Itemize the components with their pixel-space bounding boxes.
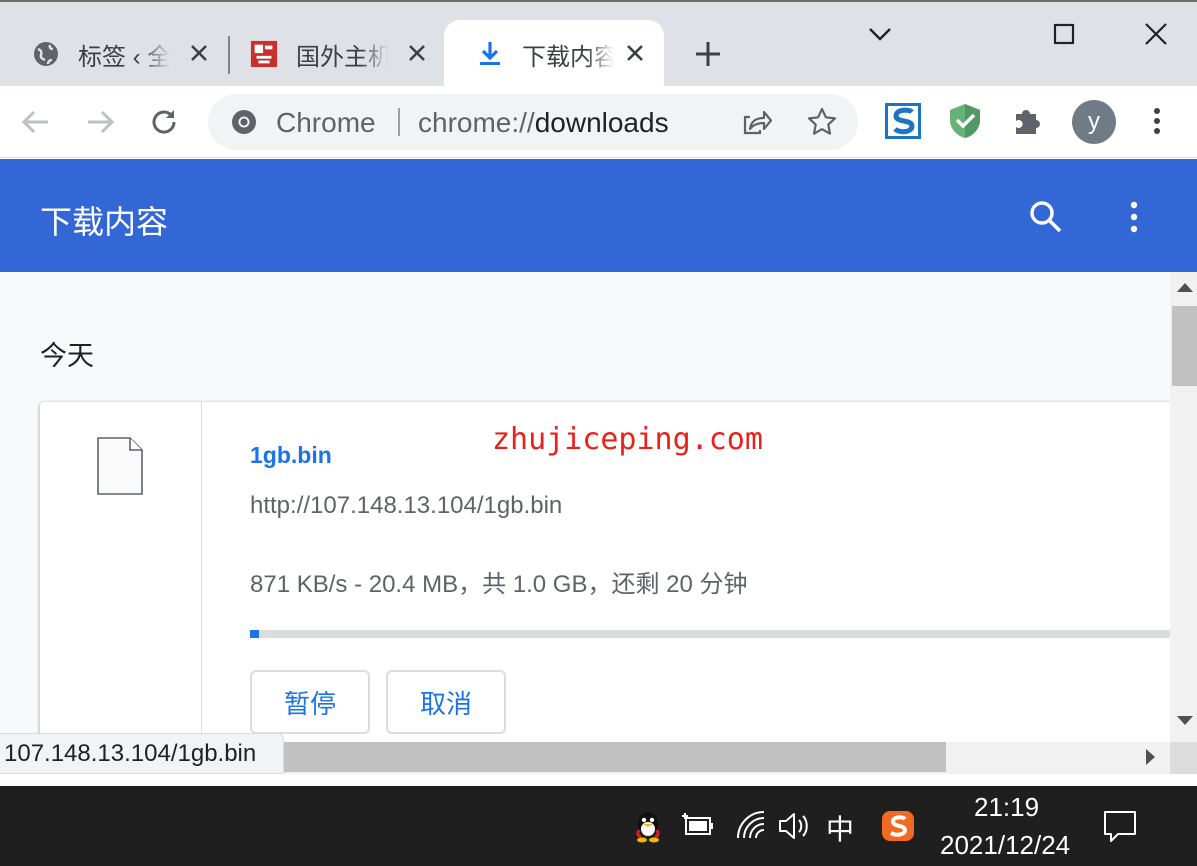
maximize-icon[interactable] xyxy=(1048,18,1080,50)
tab-downloads[interactable]: 下载内容 xyxy=(444,20,664,88)
extensions-puzzle-icon[interactable] xyxy=(1010,102,1048,140)
omnibox-chip-label: Chrome xyxy=(276,107,376,138)
new-tab-plus-icon[interactable] xyxy=(692,38,724,70)
tab-title: 下载内容 xyxy=(522,43,614,71)
notification-center-icon[interactable] xyxy=(1102,808,1138,844)
tab-bookmarks[interactable]: 标签 ‹ 全 xyxy=(0,20,228,88)
link-status-bubble: 107.148.13.104/1gb.bin xyxy=(0,733,284,774)
tab-search-chevron-icon[interactable] xyxy=(864,18,896,50)
menu-kebab-icon[interactable] xyxy=(1142,102,1172,140)
downloads-list: 今天 1gb.bin http://107.148.13.104/1gb.bin… xyxy=(0,272,1170,742)
date-group-label: 今天 xyxy=(40,341,94,371)
download-icon xyxy=(476,40,504,68)
share-icon[interactable] xyxy=(740,106,772,138)
window-bottom-edge xyxy=(0,774,1197,786)
scroll-down-arrow-icon[interactable] xyxy=(1177,716,1193,725)
close-tab-icon[interactable] xyxy=(188,42,210,64)
url-scheme: chrome:// xyxy=(418,107,535,138)
tab-title: 国外主机 xyxy=(296,43,388,71)
scroll-right-arrow-icon[interactable] xyxy=(1146,749,1155,765)
clock-time[interactable]: 21:19 xyxy=(974,792,1039,823)
sogou-ime-icon[interactable] xyxy=(880,808,916,844)
more-options-icon[interactable] xyxy=(1120,197,1148,237)
file-icon-column xyxy=(40,402,202,742)
clock-date[interactable]: 2021/12/24 xyxy=(940,830,1070,861)
scrollbar-corner xyxy=(1170,742,1197,774)
forward-arrow-icon[interactable] xyxy=(82,104,118,140)
horizontal-scroll-thumb[interactable] xyxy=(284,742,946,772)
chrome-logo-icon xyxy=(232,110,256,134)
browser-toolbar: Chrome chrome://downloads y xyxy=(0,86,1197,158)
tab-title: 标签 ‹ 全 xyxy=(78,43,170,71)
scroll-up-arrow-icon[interactable] xyxy=(1177,283,1193,292)
battery-charging-icon[interactable] xyxy=(680,808,716,844)
windows-taskbar: 中 21:19 2021/12/24 xyxy=(0,786,1197,866)
downloads-header: 下载内容 xyxy=(0,159,1197,272)
close-window-icon[interactable] xyxy=(1140,18,1172,50)
url-path: downloads xyxy=(534,107,669,138)
globe-icon xyxy=(32,40,60,68)
tab-strip: 标签 ‹ 全 国外主机 下载内容 xyxy=(0,0,1197,88)
file-name-link[interactable]: 1gb.bin xyxy=(250,442,332,469)
download-status-text: 871 KB/s - 20.4 MB，共 1.0 GB，还剩 20 分钟 xyxy=(250,571,748,598)
tab-hosting[interactable]: 国外主机 xyxy=(218,20,446,88)
page-title: 下载内容 xyxy=(40,204,169,240)
omnibox[interactable]: Chrome chrome://downloads xyxy=(208,94,858,150)
download-progress-bar xyxy=(250,630,1170,638)
close-tab-icon[interactable] xyxy=(624,42,646,64)
adguard-shield-icon[interactable] xyxy=(946,102,984,140)
reload-icon[interactable] xyxy=(146,104,182,140)
s-extension-icon[interactable] xyxy=(884,102,922,140)
ime-indicator[interactable]: 中 xyxy=(826,808,854,848)
back-arrow-icon[interactable] xyxy=(18,104,54,140)
volume-speaker-icon[interactable] xyxy=(776,808,812,844)
address-url[interactable]: chrome://downloads xyxy=(418,107,669,139)
wifi-icon[interactable] xyxy=(734,808,770,844)
watermark-text: zhujiceping.com xyxy=(492,422,763,457)
cancel-button[interactable]: 取消 xyxy=(386,670,506,734)
file-icon xyxy=(97,437,143,495)
qq-penguin-icon[interactable] xyxy=(630,808,666,844)
site-favicon-icon xyxy=(250,40,278,68)
close-tab-icon[interactable] xyxy=(406,42,428,64)
profile-avatar[interactable]: y xyxy=(1072,100,1116,144)
pause-button[interactable]: 暂停 xyxy=(250,670,370,734)
search-icon[interactable] xyxy=(1026,197,1066,237)
progress-fill xyxy=(250,630,260,638)
bookmark-star-icon[interactable] xyxy=(806,106,838,138)
vertical-scroll-thumb[interactable] xyxy=(1172,306,1197,386)
omnibox-separator xyxy=(398,108,400,136)
file-source-url[interactable]: http://107.148.13.104/1gb.bin xyxy=(250,492,562,520)
